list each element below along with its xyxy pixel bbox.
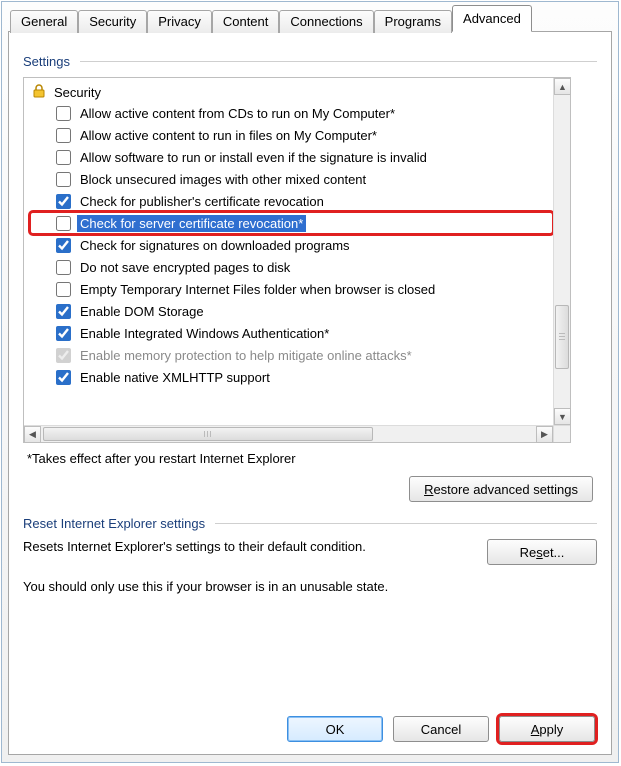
settings-group: Settings Security Allow active content f… [23, 54, 597, 502]
scroll-down-button[interactable]: ▼ [554, 408, 571, 425]
setting-checkbox[interactable] [56, 106, 71, 121]
setting-item[interactable]: Allow active content to run in files on … [30, 124, 553, 146]
setting-label: Check for server certificate revocation* [77, 215, 306, 232]
scroll-corner [553, 425, 570, 442]
security-category-label: Security [54, 85, 101, 100]
setting-checkbox[interactable] [56, 326, 71, 341]
tab-general[interactable]: General [10, 10, 78, 33]
setting-label: Do not save encrypted pages to disk [77, 259, 293, 276]
vertical-scrollbar[interactable]: ▲ ▼ [553, 78, 570, 425]
setting-label: Check for publisher's certificate revoca… [77, 193, 327, 210]
restart-note: *Takes effect after you restart Internet… [27, 451, 593, 466]
setting-checkbox[interactable] [56, 238, 71, 253]
setting-checkbox[interactable] [56, 150, 71, 165]
setting-label: Enable native XMLHTTP support [77, 369, 273, 386]
setting-label: Allow software to run or install even if… [77, 149, 430, 166]
setting-item[interactable]: Allow active content from CDs to run on … [30, 102, 553, 124]
scroll-up-button[interactable]: ▲ [554, 78, 571, 95]
setting-checkbox[interactable] [56, 304, 71, 319]
cancel-button[interactable]: Cancel [393, 716, 489, 742]
setting-label: Check for signatures on downloaded progr… [77, 237, 353, 254]
reset-button[interactable]: Reset... [487, 539, 597, 565]
ok-button[interactable]: OK [287, 716, 383, 742]
setting-label: Allow active content to run in files on … [77, 127, 380, 144]
vertical-scroll-thumb[interactable] [555, 305, 569, 369]
setting-label: Allow active content from CDs to run on … [77, 105, 398, 122]
tab-strip: General Security Privacy Content Connect… [2, 2, 618, 32]
divider [215, 523, 597, 524]
tab-panel-advanced: Settings Security Allow active content f… [8, 31, 612, 755]
settings-tree[interactable]: Security Allow active content from CDs t… [23, 77, 571, 443]
unusable-note: You should only use this if your browser… [23, 579, 597, 594]
setting-checkbox[interactable] [56, 282, 71, 297]
internet-options-dialog: General Security Privacy Content Connect… [1, 1, 619, 763]
restore-advanced-settings-button[interactable]: Restore advanced settings [409, 476, 593, 502]
apply-button[interactable]: Apply [499, 716, 595, 742]
setting-checkbox[interactable] [56, 260, 71, 275]
setting-checkbox [56, 348, 71, 363]
setting-item[interactable]: Empty Temporary Internet Files folder wh… [30, 278, 553, 300]
dialog-button-row: OK Cancel Apply [287, 716, 595, 742]
setting-item[interactable]: Allow software to run or install even if… [30, 146, 553, 168]
settings-tree-viewport: Security Allow active content from CDs t… [24, 78, 553, 425]
lock-icon [30, 83, 48, 102]
setting-item[interactable]: Enable DOM Storage [30, 300, 553, 322]
setting-item[interactable]: Enable Integrated Windows Authentication… [30, 322, 553, 344]
setting-checkbox[interactable] [56, 128, 71, 143]
setting-item[interactable]: Do not save encrypted pages to disk [30, 256, 553, 278]
setting-checkbox[interactable] [56, 172, 71, 187]
vertical-scroll-track[interactable] [554, 95, 570, 408]
tab-content[interactable]: Content [212, 10, 280, 33]
setting-label: Enable DOM Storage [77, 303, 207, 320]
tab-advanced[interactable]: Advanced [452, 5, 532, 32]
setting-label: Enable memory protection to help mitigat… [77, 347, 415, 364]
reset-group: Reset Internet Explorer settings Resets … [23, 516, 597, 594]
horizontal-scroll-thumb[interactable] [43, 427, 373, 441]
setting-item[interactable]: Check for publisher's certificate revoca… [30, 190, 553, 212]
tab-security[interactable]: Security [78, 10, 147, 33]
setting-checkbox[interactable] [56, 370, 71, 385]
setting-checkbox[interactable] [56, 216, 71, 231]
horizontal-scroll-track[interactable] [41, 426, 536, 442]
tab-privacy[interactable]: Privacy [147, 10, 212, 33]
setting-item[interactable]: Enable memory protection to help mitigat… [30, 344, 553, 366]
reset-group-label: Reset Internet Explorer settings [23, 516, 205, 531]
setting-label: Enable Integrated Windows Authentication… [77, 325, 332, 342]
setting-checkbox[interactable] [56, 194, 71, 209]
setting-label: Block unsecured images with other mixed … [77, 171, 369, 188]
reset-description: Resets Internet Explorer's settings to t… [23, 539, 471, 554]
setting-item[interactable]: Check for signatures on downloaded progr… [30, 234, 553, 256]
setting-item[interactable]: Block unsecured images with other mixed … [30, 168, 553, 190]
setting-item[interactable]: Enable native XMLHTTP support [30, 366, 553, 388]
tab-programs[interactable]: Programs [374, 10, 452, 33]
setting-label: Empty Temporary Internet Files folder wh… [77, 281, 438, 298]
setting-item[interactable]: Check for server certificate revocation* [30, 212, 553, 234]
tab-connections[interactable]: Connections [279, 10, 373, 33]
scroll-right-button[interactable]: ▶ [536, 426, 553, 443]
horizontal-scrollbar[interactable]: ◀ ▶ [24, 425, 553, 442]
security-category: Security [30, 82, 553, 102]
scroll-left-button[interactable]: ◀ [24, 426, 41, 443]
divider [80, 61, 597, 62]
settings-group-label: Settings [23, 54, 70, 69]
